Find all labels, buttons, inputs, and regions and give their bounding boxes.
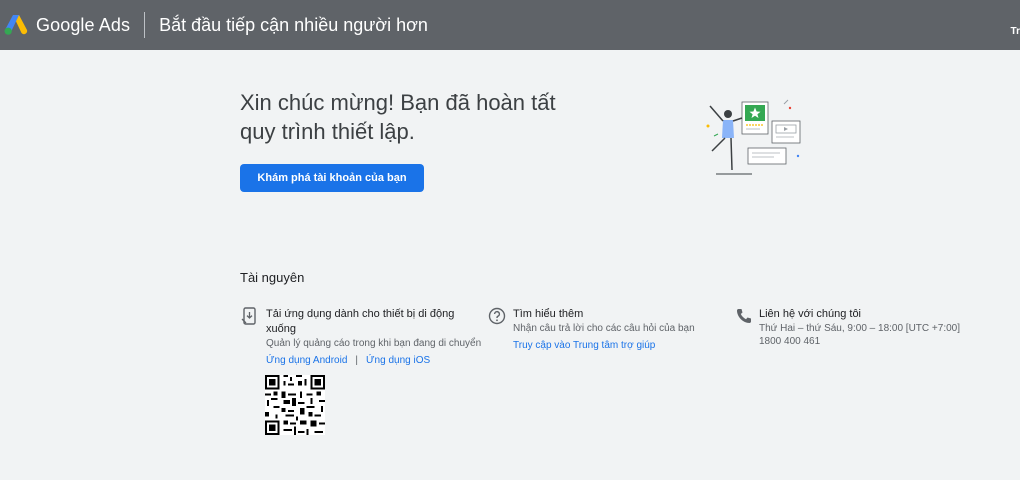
- resources-heading: Tài nguyên: [240, 270, 305, 285]
- mobile-app-description: Quản lý quảng cáo trong khi bạn đang di …: [266, 338, 482, 349]
- brand-logo[interactable]: Google Ads: [4, 14, 130, 36]
- celebration-illustration: [706, 99, 801, 175]
- qr-code-icon[interactable]: [265, 375, 325, 435]
- phone-call-icon: [737, 309, 751, 323]
- help-center-link[interactable]: Truy cập vào Trung tâm trợ giúp: [513, 340, 655, 351]
- congrats-heading: Xin chúc mừng! Bạn đã hoàn tất quy trình…: [240, 88, 600, 146]
- help-circle-icon: [488, 307, 506, 325]
- learn-more-heading: Tìm hiểu thêm: [513, 308, 584, 320]
- brand-name: Google Ads: [36, 14, 131, 35]
- phone-download-icon: [241, 307, 256, 325]
- header-truncated-text[interactable]: Tr: [1011, 26, 1020, 37]
- android-app-link[interactable]: Ứng dụng Android: [266, 355, 347, 366]
- contact-hours: Thứ Hai – thứ Sáu, 9:00 – 18:00 [UTC +7:…: [759, 323, 961, 334]
- mobile-app-heading-line-2: xuống: [266, 323, 296, 335]
- contact-heading: Liên hệ với chúng tôi: [759, 308, 862, 320]
- congrats-line-2: quy trình thiết lập.: [240, 119, 415, 144]
- contact-phone[interactable]: 1800 400 461: [759, 335, 960, 348]
- explore-account-button[interactable]: Khám phá tài khoản của bạn: [240, 164, 424, 192]
- learn-more-description: Nhận câu trả lời cho các câu hỏi của bạn: [513, 323, 695, 334]
- google-ads-logo-icon: [4, 15, 28, 35]
- mobile-app-heading-line-1: Tải ứng dụng dành cho thiết bị di động: [266, 308, 455, 320]
- congrats-line-1: Xin chúc mừng! Bạn đã hoàn tất: [240, 90, 556, 115]
- header-divider: [144, 12, 146, 38]
- ios-app-link[interactable]: Ứng dụng iOS: [366, 355, 430, 366]
- top-app-bar: Google Ads Bắt đầu tiếp cận nhiều người …: [0, 0, 1020, 50]
- link-separator: |: [355, 355, 358, 366]
- page-title: Bắt đầu tiếp cận nhiều người hơn: [159, 14, 428, 35]
